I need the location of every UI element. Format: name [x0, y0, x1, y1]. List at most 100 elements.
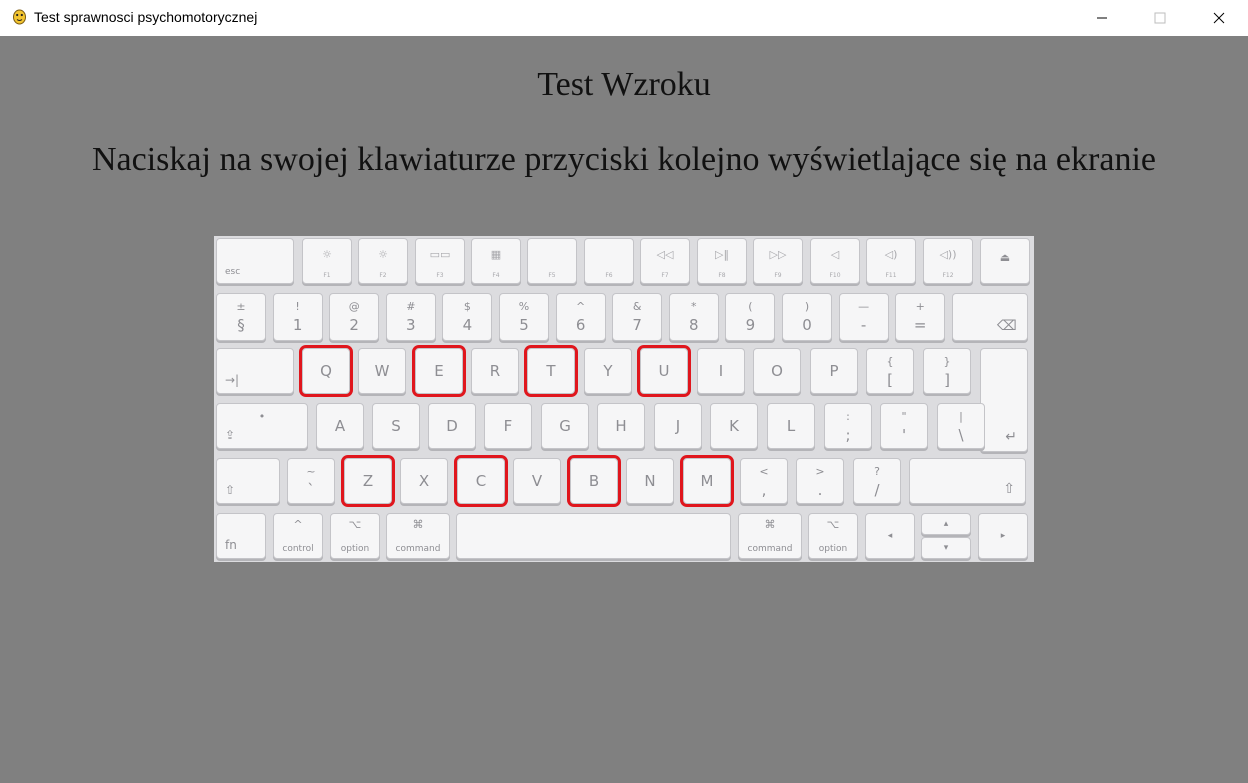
key-shift-symbol: ( — [748, 300, 753, 313]
key-shift-symbol: ^ — [293, 518, 303, 531]
key-blank: ⇧ — [909, 458, 1026, 504]
key-k: K — [710, 403, 758, 449]
key-blank: ▸ — [978, 513, 1028, 559]
key-symbol: ▷▷ — [769, 248, 787, 261]
key-v: V — [513, 458, 561, 504]
key-label: F10 — [829, 272, 841, 279]
key-character: - — [860, 316, 867, 334]
key-label: F9 — [774, 272, 782, 279]
maximize-button[interactable] — [1131, 0, 1189, 36]
key-shift-symbol: " — [901, 410, 907, 423]
key-label: F6 — [605, 272, 613, 279]
key-character: 4 — [462, 316, 473, 334]
key-character: 1 — [292, 316, 303, 334]
key-character: 6 — [575, 316, 586, 334]
key-fn: fn — [216, 513, 266, 559]
key-symbol: ◁ — [830, 248, 840, 261]
key-character: \ — [958, 426, 964, 444]
key-x: X — [400, 458, 448, 504]
close-button[interactable] — [1190, 0, 1248, 36]
key-character: Z — [362, 472, 374, 490]
minimize-button[interactable] — [1073, 0, 1131, 36]
key-n: N — [626, 458, 674, 504]
key-blank: >. — [796, 458, 844, 504]
key-shift-symbol: ~ — [306, 465, 316, 478]
key-3: #3 — [385, 293, 436, 341]
key-character: ' — [901, 426, 907, 444]
key-character: F — [503, 417, 513, 435]
key-shift-symbol: $ — [463, 300, 471, 313]
key-character: 9 — [745, 316, 756, 334]
key-label: F7 — [661, 272, 669, 279]
key-s: S — [372, 403, 420, 449]
key-character: G — [559, 417, 571, 435]
key-character: R — [489, 362, 501, 380]
key-shift-symbol: ⌘ — [764, 518, 776, 531]
key-t: T — [524, 345, 578, 397]
key-symbol: ▭▭ — [429, 248, 451, 261]
key-character: command — [747, 544, 793, 554]
key-5: % 5 — [499, 293, 549, 341]
key-f: F — [484, 403, 532, 449]
key-character: I — [718, 362, 724, 380]
key-label: F3 — [436, 272, 444, 279]
key-shift-symbol: ^ — [575, 300, 586, 313]
key-blank: }] — [923, 348, 971, 394]
key-f9: ▷▷ F9 — [753, 238, 803, 284]
key-blank: ± § — [216, 293, 266, 341]
window-titlebar: Test sprawnosci psychomotorycznej — [0, 0, 1248, 36]
key-shift-symbol: : — [846, 410, 850, 423]
key-character: E — [434, 362, 444, 380]
key-label: esc — [225, 267, 241, 277]
key-1: ! 1 — [272, 293, 323, 341]
key-character: N — [644, 472, 656, 490]
key-character: ` — [307, 481, 315, 499]
key-shift-symbol: + — [915, 300, 925, 313]
key-option: ⌥ option — [808, 513, 858, 559]
key-shift-symbol: ⌥ — [348, 518, 362, 531]
key-blank: ▾ — [921, 537, 971, 559]
key-blank: ▴ — [921, 513, 971, 535]
maximize-icon — [1154, 12, 1166, 24]
key-label: F12 — [942, 272, 954, 279]
key-symbol: ◁) — [884, 248, 898, 261]
key-e: E — [412, 345, 466, 397]
key-character: Y — [603, 362, 613, 380]
key-shift-symbol: > — [815, 465, 825, 478]
key-shift-symbol: ⌘ — [412, 518, 424, 531]
key-c: C — [454, 455, 508, 507]
key-blank: ? / — [853, 458, 901, 504]
key-f2: ☼ F2 — [358, 238, 408, 284]
key-symbol: ◁)) — [939, 248, 957, 261]
key-character: 3 — [406, 316, 416, 334]
key-character: control — [282, 544, 314, 554]
key-character: command — [395, 544, 441, 554]
key-character: ; — [845, 426, 851, 444]
key-blank: <, — [740, 458, 788, 504]
key-character: D — [446, 417, 458, 435]
key-j: J — [654, 403, 702, 449]
key-shift-symbol: ) — [804, 300, 810, 313]
key-character: . — [817, 481, 823, 499]
key-shift-symbol: * — [691, 300, 697, 313]
key-character: 0 — [802, 316, 812, 334]
key-option: ⌥ option — [330, 513, 380, 559]
key-character: ◂ — [887, 531, 893, 541]
key-character: ▴ — [943, 519, 949, 529]
key-shift-symbol: | — [959, 410, 963, 423]
key-character: J — [675, 417, 681, 435]
key-h: H — [597, 403, 645, 449]
key-character: S — [391, 417, 401, 435]
key-character: fn — [225, 538, 237, 552]
key-blank: | \ — [937, 403, 985, 449]
key-u: U — [637, 345, 691, 397]
key-8: * 8 — [668, 293, 719, 341]
key-character: , — [761, 481, 767, 499]
key-symbol: ◁◁ — [656, 248, 674, 261]
key-blank: :; — [824, 403, 872, 449]
key-character: O — [771, 362, 783, 380]
key-blank: ⇧ — [216, 458, 280, 504]
key-command: ⌘ command — [386, 513, 450, 559]
key-blank: ◂ — [865, 513, 915, 559]
key-character: ▾ — [943, 543, 949, 553]
